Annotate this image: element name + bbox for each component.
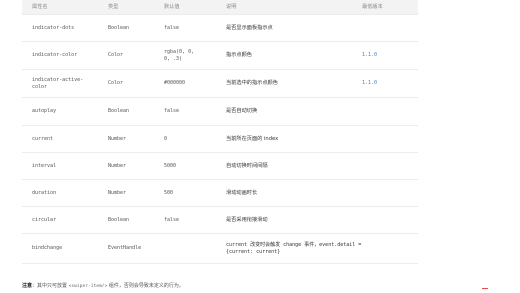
prop-default: false — [164, 24, 180, 31]
note-text-after: 组件，否则会导致未定义的行为。 — [107, 283, 184, 289]
prop-default: false — [164, 216, 180, 223]
prop-desc: 指示点颜色 — [226, 52, 252, 59]
prop-name: circular — [32, 216, 57, 223]
prop-type: Number — [108, 162, 127, 169]
prop-desc: 是否自动切换 — [226, 108, 258, 115]
note-code: <swiper-item/> — [68, 284, 108, 289]
properties-table: 属性名 类型 默认值 说明 最低版本 indicator-dots Boolea… — [22, 0, 418, 264]
prop-desc: 自动切换时间间隔 — [226, 162, 268, 169]
prop-desc: 滑动动画时长 — [226, 189, 258, 196]
table-row: indicator-dots Boolean false 是否显示面板指示点 — [22, 15, 418, 42]
table-row: indicator-color Color rgba(0, 0, 0, .3) … — [22, 42, 418, 70]
prop-default: 0 — [164, 135, 168, 142]
header-type: 类型 — [108, 3, 119, 10]
table-row: autoplay Boolean false 是否自动切换 — [22, 98, 418, 126]
prop-name: current — [32, 135, 54, 142]
table-row: interval Number 5000 自动切换时间间隔 — [22, 153, 418, 180]
prop-type: Color — [108, 80, 124, 87]
header-name: 属性名 — [32, 3, 48, 10]
prop-desc: 当前所在页面的 index — [226, 135, 279, 142]
table-row: indicator-active-color Color #000000 当前选… — [22, 70, 418, 98]
prop-name: indicator-color — [32, 52, 78, 59]
prop-default: 5000 — [164, 162, 177, 169]
note-label: 注意 — [22, 283, 33, 289]
prop-default: #000000 — [164, 80, 186, 87]
table-row: bindchange EventHandle current 改变时会触发 ch… — [22, 234, 418, 264]
prop-default: rgba(0, 0, 0, .3) — [164, 49, 195, 62]
prop-type: EventHandle — [108, 245, 142, 252]
prop-type: Boolean — [108, 108, 130, 115]
prop-desc: 当前选中的指示点颜色 — [226, 80, 278, 87]
prop-desc: 是否采用衔接滑动 — [226, 216, 268, 223]
table-header: 属性名 类型 默认值 说明 最低版本 — [22, 0, 418, 15]
header-version: 最低版本 — [362, 3, 383, 10]
prop-name: bindchange — [32, 245, 63, 252]
prop-name: autoplay — [32, 108, 57, 115]
prop-version: 1.1.0 — [362, 80, 378, 87]
note-text-before: ：其中只可放置 — [32, 283, 69, 289]
table-row: duration Number 500 滑动动画时长 — [22, 180, 418, 207]
prop-version: 1.1.0 — [362, 52, 378, 59]
table-row: circular Boolean false 是否采用衔接滑动 — [22, 207, 418, 234]
prop-name: duration — [32, 189, 57, 196]
header-desc: 说明 — [226, 3, 237, 10]
usage-note: 注意：其中只可放置 <swiper-item/> 组件，否则会导致未定义的行为。 — [22, 282, 184, 289]
prop-desc: 是否显示面板指示点 — [226, 24, 273, 31]
prop-type: Boolean — [108, 216, 130, 223]
prop-type: Color — [108, 52, 124, 59]
table-row: current Number 0 当前所在页面的 index — [22, 126, 418, 153]
prop-type: Boolean — [108, 24, 130, 31]
prop-default: 500 — [164, 189, 174, 196]
prop-name: indicator-active-color — [32, 77, 84, 90]
prop-default: false — [164, 108, 180, 115]
prop-name: interval — [32, 162, 57, 169]
prop-desc: current 改变时会触发 change 事件，event.detail = … — [226, 242, 362, 255]
prop-type: Number — [108, 135, 127, 142]
header-default: 默认值 — [164, 3, 180, 10]
prop-type: Number — [108, 189, 127, 196]
prop-name: indicator-dots — [32, 24, 75, 31]
accent-mark — [482, 288, 488, 289]
